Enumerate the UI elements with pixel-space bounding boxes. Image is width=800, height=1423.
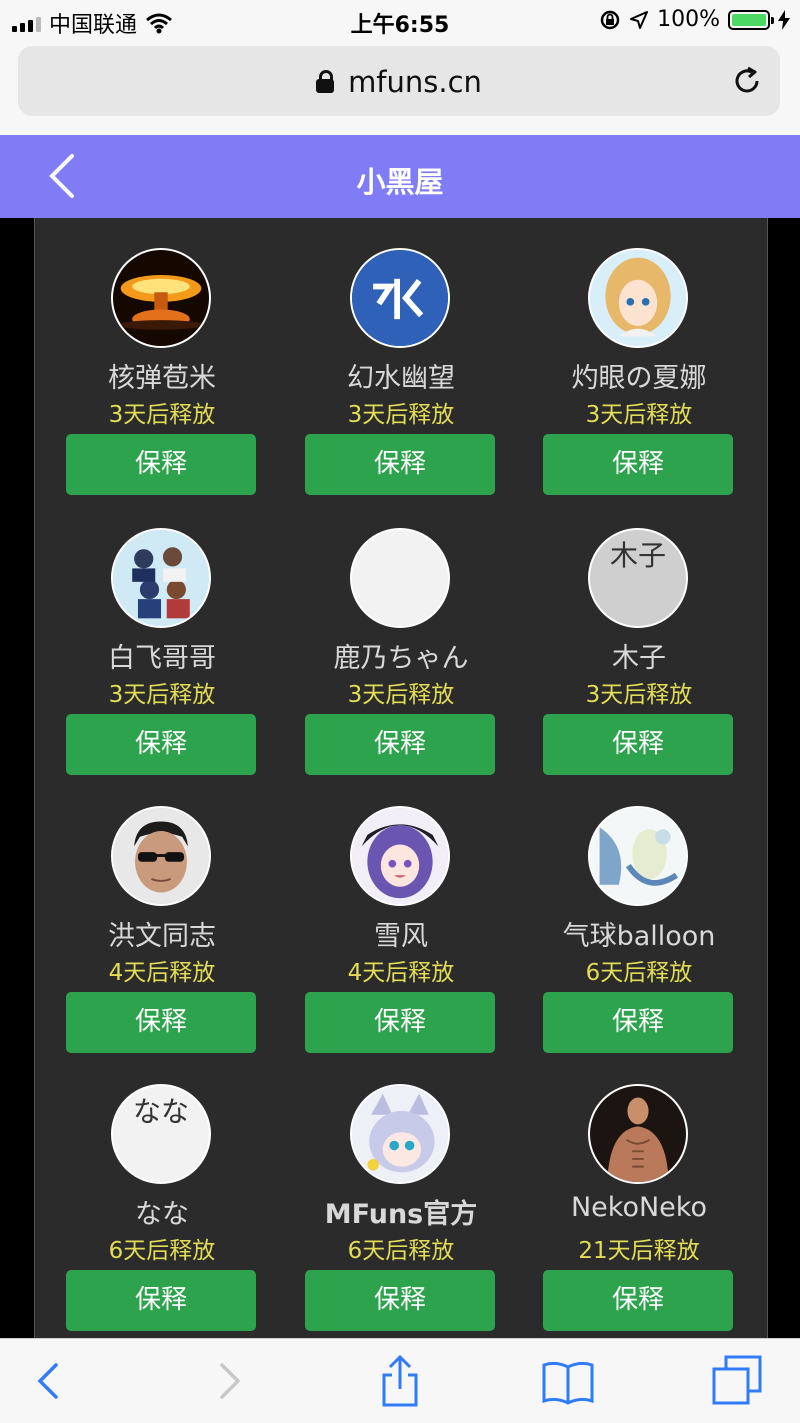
user-name: なな	[135, 1199, 189, 1230]
release-countdown: 6天后释放	[585, 960, 693, 986]
battery-icon	[728, 9, 774, 30]
user-name: MFuns官方	[324, 1199, 478, 1230]
share-icon[interactable]	[372, 1353, 428, 1409]
bail-button[interactable]: 保释	[543, 992, 733, 1053]
tabs-icon[interactable]	[710, 1353, 766, 1409]
water-glyph-avatar[interactable]	[350, 248, 450, 348]
bail-button[interactable]: 保释	[543, 714, 733, 775]
bail-button[interactable]: 保释	[66, 434, 256, 495]
status-right: 100%	[599, 7, 790, 32]
reload-icon[interactable]	[730, 64, 764, 98]
release-countdown: 3天后释放	[108, 402, 216, 428]
avatar-text: 木子	[609, 539, 666, 572]
user-name: NekoNeko	[570, 1192, 707, 1223]
bail-button[interactable]: 保释	[66, 992, 256, 1053]
url-text: mfuns.cn	[348, 65, 482, 99]
release-countdown: 3天后释放	[347, 682, 455, 708]
release-countdown: 6天后释放	[108, 1238, 216, 1264]
user-name: 雪风	[374, 921, 428, 952]
user-name: 灼眼の夏娜	[571, 363, 707, 394]
mascot-avatar[interactable]	[350, 1084, 450, 1184]
user-name: 幻水幽望	[347, 363, 455, 394]
orientation-lock-icon	[600, 10, 620, 29]
text-avatar[interactable]: なな	[111, 1084, 211, 1184]
forward-icon[interactable]	[200, 1353, 256, 1409]
page-header: 小黑屋	[0, 135, 800, 218]
bail-button[interactable]: 保释	[305, 434, 495, 495]
avatar-text: なな	[132, 1095, 189, 1128]
man-sunglasses-avatar[interactable]	[111, 806, 211, 906]
lock-icon	[316, 70, 335, 93]
bookmarks-icon[interactable]	[540, 1353, 596, 1409]
anime-girl-avatar[interactable]	[588, 248, 688, 348]
bail-button[interactable]: 保释	[543, 434, 733, 495]
release-countdown: 3天后释放	[585, 682, 693, 708]
page-title: 小黑屋	[356, 165, 444, 199]
user-name: 鹿乃ちゃん	[333, 643, 469, 674]
release-countdown: 3天后释放	[347, 402, 455, 428]
charging-icon	[778, 9, 790, 30]
explosion-avatar[interactable]	[111, 248, 211, 348]
browser-toolbar	[0, 1338, 800, 1423]
bail-button[interactable]: 保释	[66, 1270, 256, 1331]
text-avatar[interactable]: 木子	[588, 528, 688, 628]
user-name: 气球balloon	[562, 921, 716, 952]
user-name: 核弹苞米	[108, 363, 216, 394]
user-name: 白飞哥哥	[108, 643, 216, 674]
bail-button[interactable]: 保释	[305, 1270, 495, 1331]
browser-address-area: mfuns.cn	[0, 40, 800, 135]
release-countdown: 3天后释放	[585, 402, 693, 428]
back-icon[interactable]	[22, 1353, 78, 1409]
bail-button[interactable]: 保释	[305, 714, 495, 775]
muscle-man-avatar[interactable]	[588, 1084, 688, 1184]
user-name: 洪文同志	[108, 921, 216, 952]
status-bar: 中国联通 上午6:55 100%	[0, 0, 800, 40]
anime-group-avatar[interactable]	[111, 528, 211, 628]
release-countdown: 6天后释放	[347, 1238, 455, 1264]
release-countdown: 21天后释放	[578, 1238, 700, 1264]
bail-button[interactable]: 保释	[543, 1270, 733, 1331]
user-name: 木子	[612, 643, 666, 674]
blue-illustration-avatar[interactable]	[588, 806, 688, 906]
release-countdown: 4天后释放	[347, 960, 455, 986]
jailed-users-grid: 核弹苞米 3天后释放 保释 幻水幽望 3天后释放 保释 灼眼の夏娜 3天后释放 …	[34, 218, 768, 1338]
address-text-wrap: mfuns.cn	[18, 65, 780, 99]
blank-avatar[interactable]	[350, 528, 450, 628]
bail-button[interactable]: 保释	[66, 714, 256, 775]
battery-percent: 100%	[657, 7, 720, 32]
address-bar[interactable]: mfuns.cn	[18, 46, 780, 116]
release-countdown: 3天后释放	[108, 682, 216, 708]
purple-hair-girl-avatar[interactable]	[350, 806, 450, 906]
bail-button[interactable]: 保释	[305, 992, 495, 1053]
location-icon	[630, 10, 649, 29]
release-countdown: 4天后释放	[108, 960, 216, 986]
